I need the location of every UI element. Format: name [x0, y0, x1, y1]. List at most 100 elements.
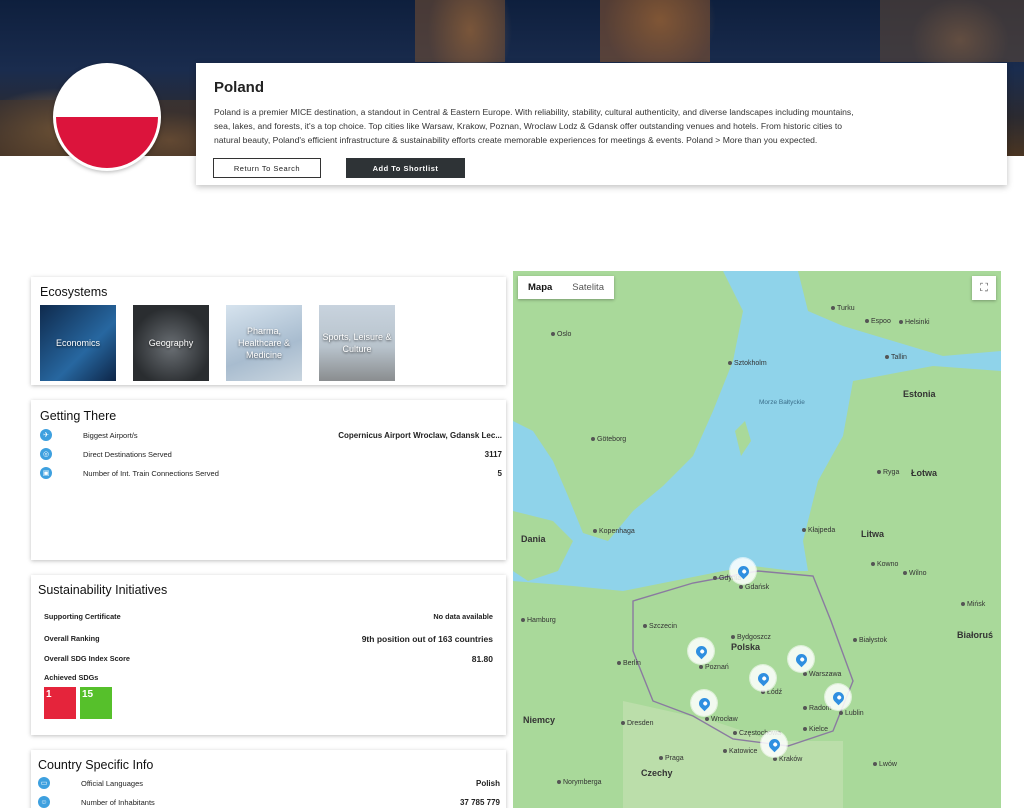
people-icon: ☺	[38, 796, 50, 808]
map-city: Wilno	[903, 570, 927, 577]
country-specific-title: Country Specific Info	[38, 758, 154, 772]
map-city: Kłajpeda	[802, 527, 835, 534]
map-view[interactable]: Mapa Satelita ⛶ Morze Bałtyckie Estonia …	[513, 271, 1001, 808]
map-city: Gdańsk	[739, 584, 769, 591]
map-city: Dresden	[621, 720, 653, 727]
return-to-search-button[interactable]: Return To Search	[213, 158, 321, 178]
map-city: Tallin	[885, 354, 907, 361]
getting-row-destinations: ◎ Direct Destinations Served 3117	[40, 446, 502, 462]
hero-building	[880, 0, 1024, 62]
map-city: Kowno	[871, 561, 898, 568]
row-label: Overall SDG Index Score	[44, 654, 130, 663]
add-to-shortlist-button[interactable]: Add To Shortlist	[346, 158, 465, 178]
map-city: Wrocław	[705, 716, 738, 723]
row-value: 81.80	[471, 654, 493, 664]
row-value: No data available	[433, 612, 493, 621]
pin-marker-icon	[735, 563, 751, 579]
sea-label: Morze Bałtyckie	[759, 399, 805, 406]
tile-label: Sports, Leisure & Culture	[322, 332, 392, 354]
map-city: Białystok	[853, 637, 887, 644]
ecosystem-tiles: Economics Geography Pharma, Healthcare &…	[40, 305, 497, 381]
map-city: Sztokholm	[728, 360, 767, 367]
info-row-inhabitants: ☺ Number of Inhabitants 37 785 779	[38, 794, 500, 808]
map-country-label: Litwa	[861, 529, 885, 539]
map-pin-warszawa[interactable]	[788, 646, 814, 672]
sdg-badge-15[interactable]: 15	[80, 687, 112, 719]
row-label: Achieved SDGs	[44, 673, 99, 682]
row-label: Supporting Certificate	[44, 612, 121, 621]
getting-row-airport: ✈ Biggest Airport/s Copernicus Airport W…	[40, 427, 502, 443]
map-city: Katowice	[723, 748, 757, 755]
sust-row-ranking: Overall Ranking 9th position out of 163 …	[44, 634, 493, 644]
sust-row-achieved: Achieved SDGs	[44, 673, 493, 682]
map-pin-gdansk[interactable]	[730, 558, 756, 584]
map-country-label: Polska	[731, 642, 761, 652]
row-value: 37 785 779	[459, 797, 500, 807]
map-city: Kraków	[773, 756, 802, 763]
tile-label: Geography	[148, 338, 194, 348]
map-pin-krakow[interactable]	[761, 731, 787, 757]
map-country-label: Łotwa	[911, 468, 937, 478]
map-type-tabs: Mapa Satelita	[518, 276, 614, 299]
map-city: Norymberga	[557, 779, 602, 786]
pin-marker-icon	[693, 643, 709, 659]
hero-building	[600, 0, 710, 62]
map-tab-mapa[interactable]: Mapa	[518, 276, 562, 299]
ecosystem-tile-geography[interactable]: Geography	[133, 305, 209, 381]
row-value: 9th position out of 163 countries	[361, 634, 493, 644]
map-country-label: Estonia	[903, 389, 936, 399]
row-label: Number of Inhabitants	[81, 797, 155, 807]
country-title: Poland	[214, 79, 265, 96]
info-row-languages: ▭ Official Languages Polish	[38, 775, 500, 791]
map-pin-poznan[interactable]	[688, 638, 714, 664]
ecosystem-tile-economics[interactable]: Economics	[40, 305, 116, 381]
getting-row-train: ▣ Number of Int. Train Connections Serve…	[40, 465, 502, 481]
map-city: Hamburg	[521, 617, 556, 624]
map-pin-lodz[interactable]	[750, 665, 776, 691]
map-city: Radom	[803, 705, 832, 712]
row-value: Polish	[475, 778, 500, 788]
map-country-label: Białoruś	[957, 630, 994, 640]
sust-row-certificate: Supporting Certificate No data available	[44, 612, 493, 621]
plane-icon: ✈	[40, 429, 52, 441]
map-city: Lublin	[839, 710, 864, 717]
row-label: Biggest Airport/s	[83, 430, 138, 440]
ecosystem-tile-pharma[interactable]: Pharma, Healthcare & Medicine	[226, 305, 302, 381]
map-country-label: Niemcy	[523, 715, 556, 725]
ecosystem-tile-sports[interactable]: Sports, Leisure & Culture	[319, 305, 395, 381]
map-pin-lublin[interactable]	[825, 684, 851, 710]
map-pin-wroclaw[interactable]	[691, 690, 717, 716]
map-city: Kopenhaga	[593, 528, 635, 535]
map-city: Mińsk	[961, 601, 985, 608]
tile-label: Pharma, Healthcare & Medicine	[237, 326, 291, 360]
row-label: Official Languages	[81, 778, 143, 788]
map-city: Oslo	[551, 331, 571, 338]
sust-row-sdg-score: Overall SDG Index Score 81.80	[44, 654, 493, 664]
map-city: Szczecin	[643, 623, 677, 630]
sdg-number: 1	[46, 689, 52, 700]
map-country-label: Dania	[521, 534, 546, 544]
sdg-badge-1[interactable]: 1	[44, 687, 76, 719]
country-description: Poland is a premier MICE destination, a …	[214, 107, 854, 145]
action-buttons: Return To Search Add To Shortlist	[213, 158, 465, 178]
sdg-number: 15	[82, 689, 94, 700]
map-city: Lwów	[873, 761, 897, 768]
sustainability-card: Sustainability Initiatives Supporting Ce…	[31, 575, 506, 735]
map-tab-satelita[interactable]: Satelita	[562, 276, 614, 299]
map-city: Warszawa	[803, 671, 841, 678]
language-icon: ▭	[38, 777, 50, 789]
map-city: Ryga	[877, 469, 899, 476]
map-city: Berlin	[617, 660, 641, 667]
row-value: 5	[497, 468, 502, 478]
getting-there-title: Getting There	[40, 409, 117, 423]
row-value: Copernicus Airport Wroclaw, Gdansk Lec..…	[338, 430, 502, 440]
country-flag	[53, 63, 161, 171]
hero-building	[415, 0, 505, 62]
map-city: Göteborg	[591, 436, 626, 443]
map-city: Bydgoszcz	[731, 634, 771, 641]
fullscreen-icon[interactable]: ⛶	[972, 276, 996, 300]
map-city: Praga	[659, 755, 684, 762]
pin-marker-icon	[830, 689, 846, 705]
country-specific-card: Country Specific Info ▭ Official Languag…	[31, 750, 506, 808]
ecosystems-title: Ecosystems	[40, 285, 108, 299]
